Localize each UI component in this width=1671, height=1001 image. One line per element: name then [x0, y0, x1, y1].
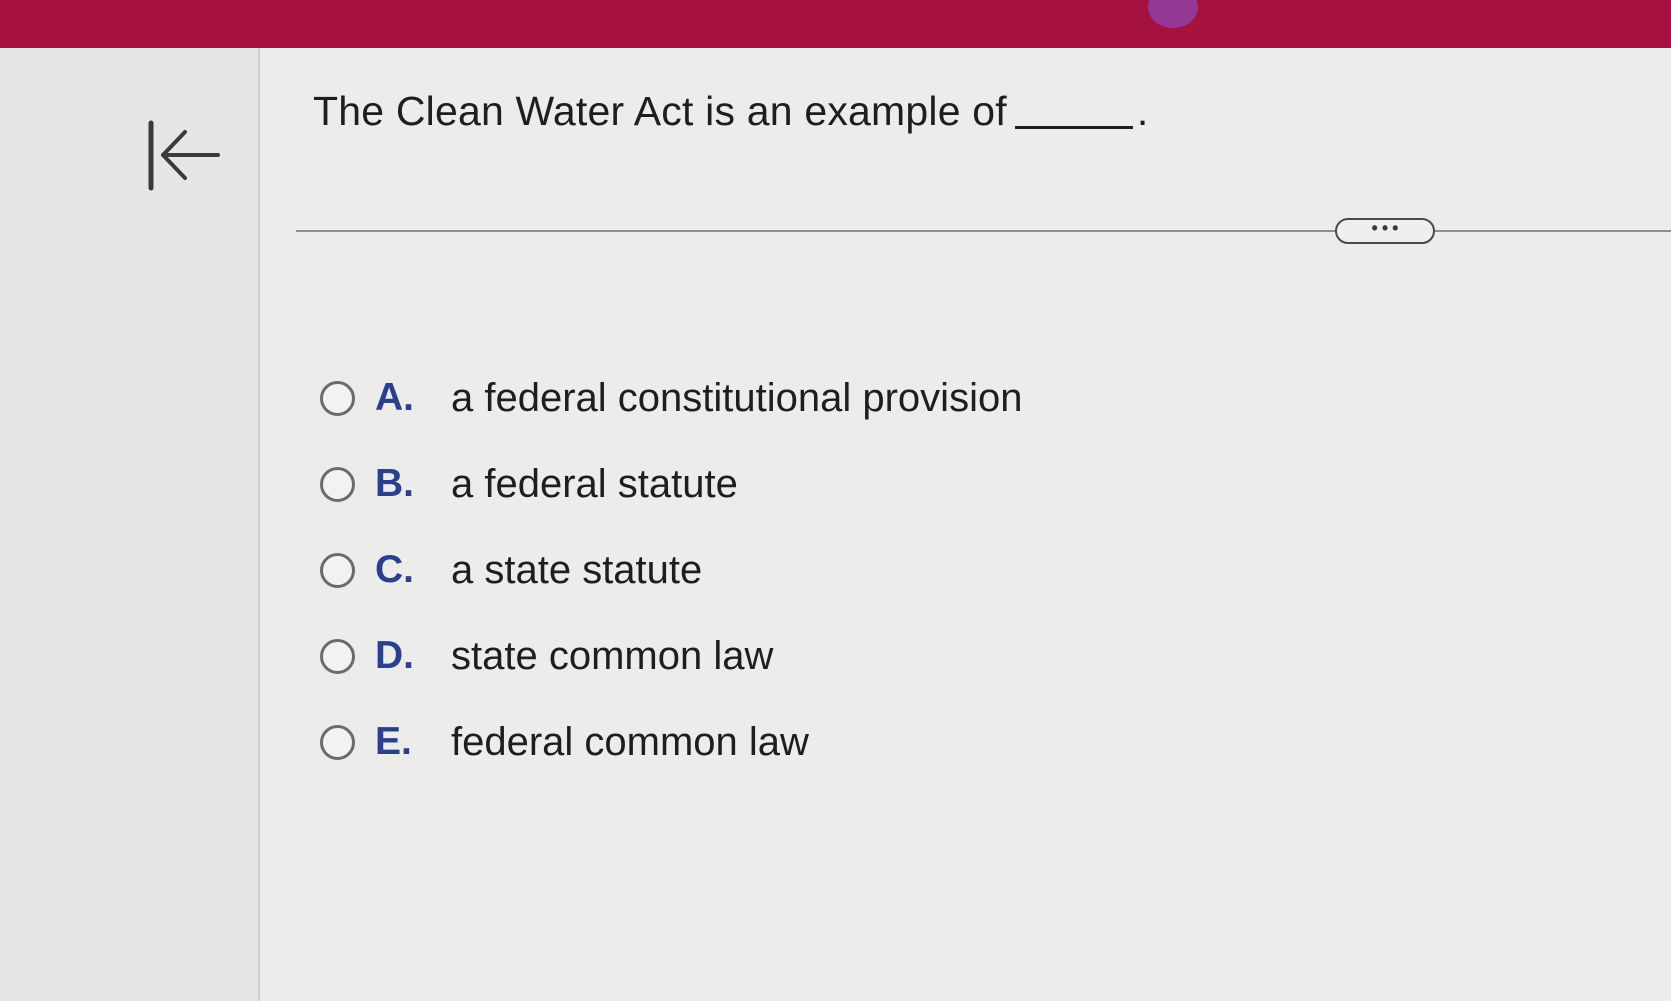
- answer-blank: [1014, 126, 1133, 129]
- option-c[interactable]: C. a state statute: [320, 527, 1022, 613]
- radio-button-e[interactable]: [320, 724, 355, 760]
- option-text[interactable]: a federal constitutional provision: [451, 376, 1022, 421]
- option-e[interactable]: E. federal common law: [320, 699, 1022, 785]
- option-text[interactable]: a state statute: [451, 548, 702, 593]
- option-letter: D.: [375, 634, 414, 677]
- radio-button-d[interactable]: [320, 638, 355, 674]
- radio-button-b[interactable]: [320, 466, 355, 502]
- option-text[interactable]: state common law: [451, 634, 773, 679]
- question-stem: The Clean Water Act is an example of: [313, 88, 1007, 134]
- option-a[interactable]: A. a federal constitutional provision: [320, 355, 1022, 441]
- ellipsis-icon: •••: [1371, 218, 1403, 238]
- back-to-start-icon[interactable]: [145, 118, 225, 198]
- radio-button-a[interactable]: [320, 380, 355, 416]
- question-end-punctuation: .: [1136, 88, 1149, 134]
- header-decoration: [1148, 0, 1198, 28]
- question-text: The Clean Water Act is an example of.: [313, 88, 1148, 135]
- radio-button-c[interactable]: [320, 552, 355, 588]
- answer-options: A. a federal constitutional provision B.…: [320, 355, 1022, 785]
- option-text[interactable]: a federal statute: [451, 462, 738, 507]
- option-text[interactable]: federal common law: [451, 720, 809, 765]
- option-letter: C.: [375, 548, 414, 591]
- top-header-bar: [0, 0, 1671, 48]
- option-letter: E.: [375, 720, 412, 763]
- option-b[interactable]: B. a federal statute: [320, 441, 1022, 527]
- divider: [296, 230, 1671, 232]
- option-letter: A.: [375, 376, 414, 419]
- option-letter: B.: [375, 462, 414, 505]
- option-d[interactable]: D. state common law: [320, 613, 1022, 699]
- more-options-button[interactable]: •••: [1335, 218, 1435, 244]
